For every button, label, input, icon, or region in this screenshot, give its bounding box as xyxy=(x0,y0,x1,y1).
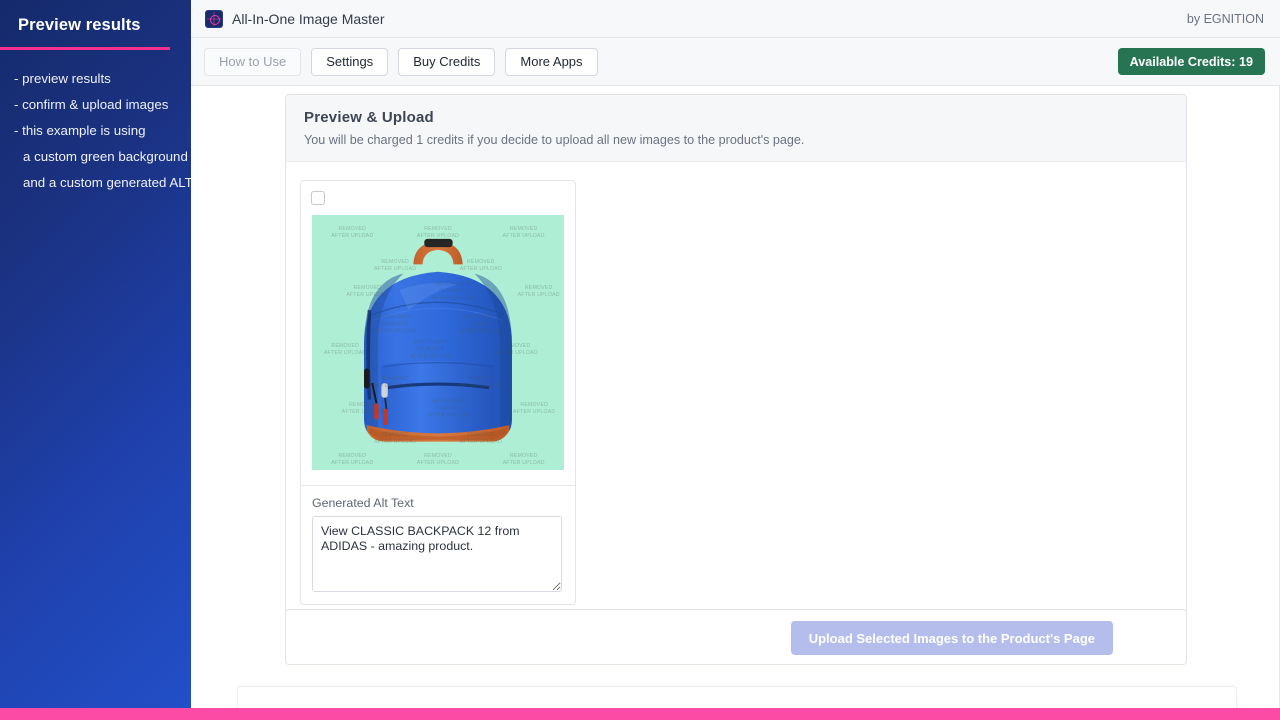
image-preview-tile: REMOVED AFTER UPLOAD REMOVED AFTER UPLOAD… xyxy=(300,180,576,605)
app-grid-icon xyxy=(205,9,223,28)
generated-alt-text-input[interactable] xyxy=(312,516,562,592)
select-image-checkbox[interactable] xyxy=(311,191,325,205)
sidebar-notes-list: - preview results - confirm & upload ima… xyxy=(0,66,191,196)
bottom-accent-strip xyxy=(0,708,1280,720)
app-toolbar: How to Use Settings Buy Credits More App… xyxy=(191,38,1280,86)
sidebar-note-4: and a custom generated ALT xyxy=(23,175,191,190)
preview-card-body: REMOVED AFTER UPLOAD REMOVED AFTER UPLOAD… xyxy=(286,162,1186,625)
upload-action-card: Upload Selected Images to the Product's … xyxy=(285,609,1187,665)
sidebar-note-0: - preview results xyxy=(14,71,111,86)
vendor-byline: by EGNITION xyxy=(1186,12,1264,26)
app-titlebar: All-In-One Image Master by EGNITION xyxy=(191,0,1280,38)
more-apps-button[interactable]: More Apps xyxy=(505,47,598,76)
sidebar-accent-rule xyxy=(0,47,170,50)
preview-upload-card: Preview & Upload You will be charged 1 c… xyxy=(285,94,1187,626)
page-title: Preview & Upload xyxy=(304,109,434,126)
generated-alt-text-label: Generated Alt Text xyxy=(312,496,414,510)
page-subtitle: You will be charged 1 credits if you dec… xyxy=(304,133,805,147)
page-scroll-area[interactable]: Preview & Upload You will be charged 1 c… xyxy=(191,86,1280,713)
available-credits-badge[interactable]: Available Credits: 19 xyxy=(1117,48,1265,75)
upload-selected-images-button[interactable]: Upload Selected Images to the Product's … xyxy=(790,621,1113,655)
app-name-label: All-In-One Image Master xyxy=(232,10,385,27)
annotation-sidebar: Preview results - preview results - conf… xyxy=(0,0,191,713)
tile-header xyxy=(301,181,575,205)
sidebar-note-2: - this example is using xyxy=(14,123,146,138)
product-image-preview: REMOVED AFTER UPLOAD REMOVED AFTER UPLOAD… xyxy=(312,215,564,470)
preview-card-header: Preview & Upload You will be charged 1 c… xyxy=(286,95,1186,162)
sidebar-title: Preview results xyxy=(18,16,141,34)
app-frame: All-In-One Image Master by EGNITION How … xyxy=(191,0,1280,713)
buy-credits-button[interactable]: Buy Credits xyxy=(398,47,496,76)
how-to-use-button[interactable]: How to Use xyxy=(204,47,302,76)
backpack-product-image xyxy=(364,238,512,442)
settings-button[interactable]: Settings xyxy=(311,47,389,76)
sidebar-note-3: a custom green background xyxy=(23,149,188,164)
sidebar-note-1: - confirm & upload images xyxy=(14,97,169,112)
